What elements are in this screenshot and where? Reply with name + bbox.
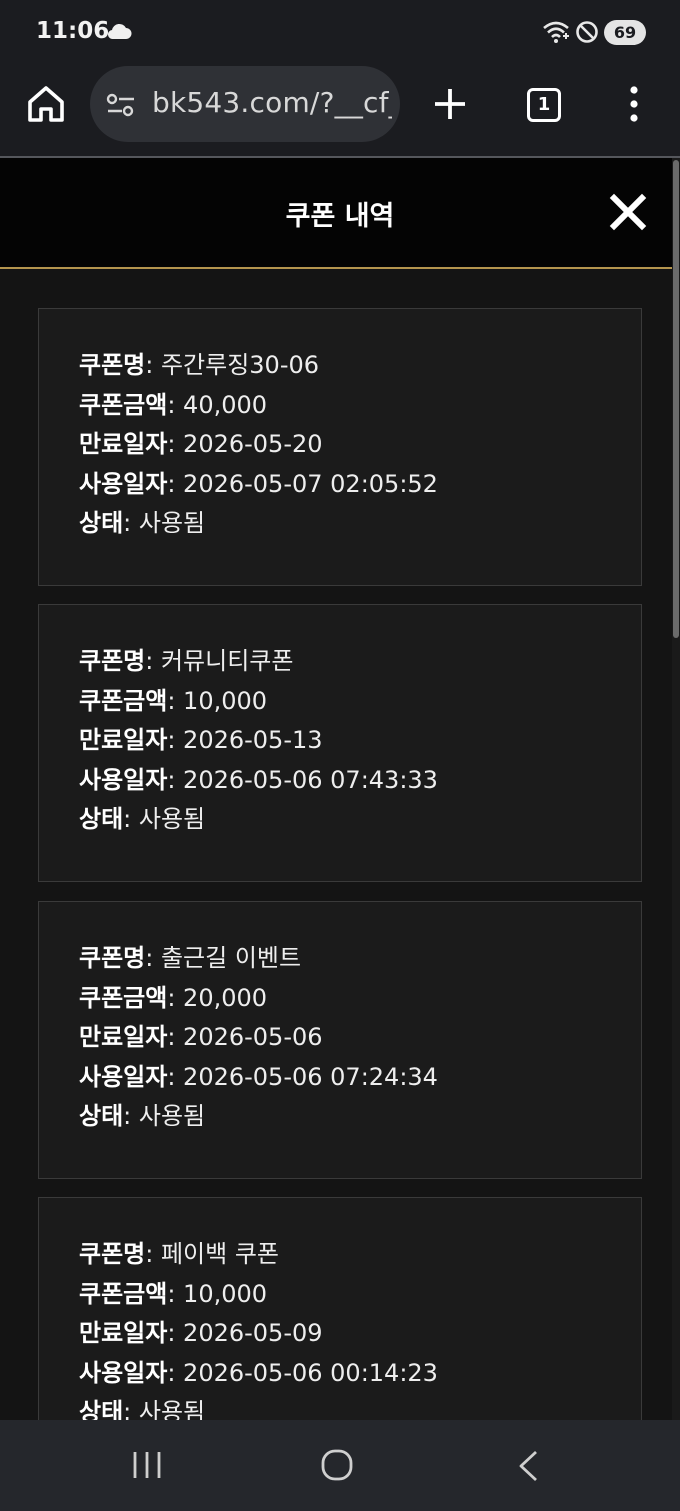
coupon-card: 쿠폰명: 주간루징30-06 쿠폰금액: 40,000 만료일자: 2026-0…: [38, 308, 642, 586]
coupon-status-label: 상태: [79, 1102, 124, 1130]
home-icon[interactable]: [24, 82, 68, 126]
plus-icon[interactable]: [430, 84, 470, 124]
coupon-expiry-row: 만료일자: 2026-05-13: [79, 726, 323, 754]
coupon-status-value: 사용됨: [138, 1398, 206, 1420]
coupon-used-label: 사용일자: [79, 470, 168, 498]
coupon-amount-value: 10,000: [183, 1280, 268, 1308]
coupon-name-row: 쿠폰명: 주간루징30-06: [79, 351, 320, 379]
coupon-expiry-label: 만료일자: [79, 1023, 168, 1051]
coupon-card: 쿠폰명: 페이백 쿠폰 쿠폰금액: 10,000 만료일자: 2026-05-0…: [38, 1197, 642, 1420]
battery-icon: 69: [604, 20, 646, 45]
coupon-expiry-label: 만료일자: [79, 726, 168, 754]
coupon-card: 쿠폰명: 커뮤니티쿠폰 쿠폰금액: 10,000 만료일자: 2026-05-1…: [38, 604, 642, 882]
close-icon[interactable]: [608, 192, 648, 232]
coupon-expiry-row: 만료일자: 2026-05-20: [79, 430, 323, 458]
coupon-name-row: 쿠폰명: 출근길 이벤트: [79, 944, 302, 972]
coupon-status-label: 상태: [79, 509, 124, 537]
coupon-used-row: 사용일자: 2026-05-07 02:05:52: [79, 470, 438, 498]
status-bar: 11:06 69: [0, 0, 680, 62]
screen: 11:06 69 bk543.com/?__cf_ 1 쿠폰 내역 쿠폰명: 주…: [0, 0, 680, 1511]
coupon-name-label: 쿠폰명: [79, 647, 146, 675]
coupon-name-label: 쿠폰명: [79, 944, 146, 972]
browser-toolbar: bk543.com/?__cf_ 1: [0, 62, 680, 157]
coupon-amount-label: 쿠폰금액: [79, 984, 168, 1012]
cloud-icon: [107, 23, 132, 40]
coupon-used-value: 2026-05-06 07:43:33: [183, 766, 438, 794]
coupon-amount-row: 쿠폰금액: 10,000: [79, 1280, 268, 1308]
coupon-name-value: 커뮤니티쿠폰: [160, 647, 294, 675]
coupon-expiry-value: 2026-05-13: [183, 726, 323, 754]
coupon-status-row: 상태: 사용됨: [79, 805, 206, 833]
coupon-name-value: 주간루징30-06: [160, 351, 320, 379]
coupon-amount-row: 쿠폰금액: 40,000: [79, 391, 268, 419]
coupon-status-value: 사용됨: [138, 509, 206, 537]
coupon-amount-label: 쿠폰금액: [79, 1280, 168, 1308]
scrollbar-thumb[interactable]: [673, 160, 679, 638]
coupon-expiry-value: 2026-05-09: [183, 1319, 323, 1347]
url-bar[interactable]: bk543.com/?__cf_: [90, 66, 400, 142]
coupon-expiry-row: 만료일자: 2026-05-06: [79, 1023, 323, 1051]
back-icon[interactable]: [514, 1450, 542, 1482]
modal-title: 쿠폰 내역: [285, 201, 395, 232]
coupon-name-row: 쿠폰명: 페이백 쿠폰: [79, 1240, 279, 1268]
coupon-amount-row: 쿠폰금액: 20,000: [79, 984, 268, 1012]
coupon-expiry-label: 만료일자: [79, 1319, 168, 1347]
recents-icon[interactable]: [130, 1450, 164, 1480]
coupon-used-label: 사용일자: [79, 766, 168, 794]
coupon-amount-label: 쿠폰금액: [79, 687, 168, 715]
more-vert-icon[interactable]: [622, 84, 646, 124]
coupon-status-value: 사용됨: [138, 805, 206, 833]
coupon-status-label: 상태: [79, 805, 124, 833]
coupon-status-row: 상태: 사용됨: [79, 509, 206, 537]
coupon-list[interactable]: 쿠폰명: 주간루징30-06 쿠폰금액: 40,000 만료일자: 2026-0…: [0, 269, 672, 1420]
status-time: 11:06: [36, 18, 110, 44]
coupon-used-row: 사용일자: 2026-05-06 07:24:34: [79, 1063, 438, 1091]
coupon-expiry-label: 만료일자: [79, 430, 168, 458]
wifi-icon: [543, 21, 569, 43]
coupon-used-value: 2026-05-06 07:24:34: [183, 1063, 438, 1091]
coupon-amount-value: 10,000: [183, 687, 268, 715]
coupon-used-label: 사용일자: [79, 1359, 168, 1387]
coupon-status-row: 상태: 사용됨: [79, 1102, 206, 1130]
coupon-amount-label: 쿠폰금액: [79, 391, 168, 419]
navigation-bar: [0, 1420, 680, 1511]
coupon-used-value: 2026-05-07 02:05:52: [183, 470, 438, 498]
site-info-icon[interactable]: [106, 92, 136, 118]
coupon-used-row: 사용일자: 2026-05-06 07:43:33: [79, 766, 438, 794]
coupon-amount-row: 쿠폰금액: 10,000: [79, 687, 268, 715]
coupon-expiry-value: 2026-05-06: [183, 1023, 323, 1051]
coupon-expiry-value: 2026-05-20: [183, 430, 323, 458]
coupon-name-value: 페이백 쿠폰: [160, 1240, 279, 1268]
coupon-status-row: 상태: 사용됨: [79, 1398, 205, 1420]
coupon-status-value: 사용됨: [138, 1102, 206, 1130]
coupon-amount-value: 40,000: [183, 391, 268, 419]
coupon-used-label: 사용일자: [79, 1063, 168, 1091]
modal-header: 쿠폰 내역: [0, 158, 680, 268]
coupon-used-value: 2026-05-06 00:14:23: [183, 1359, 438, 1387]
coupon-name-label: 쿠폰명: [79, 1240, 146, 1268]
coupon-card: 쿠폰명: 출근길 이벤트 쿠폰금액: 20,000 만료일자: 2026-05-…: [38, 901, 642, 1179]
coupon-name-value: 출근길 이벤트: [160, 944, 302, 972]
do-not-disturb-icon: [576, 21, 598, 43]
coupon-name-row: 쿠폰명: 커뮤니티쿠폰: [79, 647, 294, 675]
coupon-name-label: 쿠폰명: [79, 351, 146, 379]
home-circle-icon[interactable]: [320, 1448, 354, 1482]
coupon-amount-value: 20,000: [183, 984, 268, 1012]
coupon-expiry-row: 만료일자: 2026-05-09: [79, 1319, 323, 1347]
url-text[interactable]: bk543.com/?__cf_: [152, 86, 392, 119]
coupon-status-label: 상태: [79, 1398, 124, 1420]
tab-switcher-icon[interactable]: 1: [527, 88, 561, 122]
coupon-used-row: 사용일자: 2026-05-06 00:14:23: [79, 1359, 438, 1387]
